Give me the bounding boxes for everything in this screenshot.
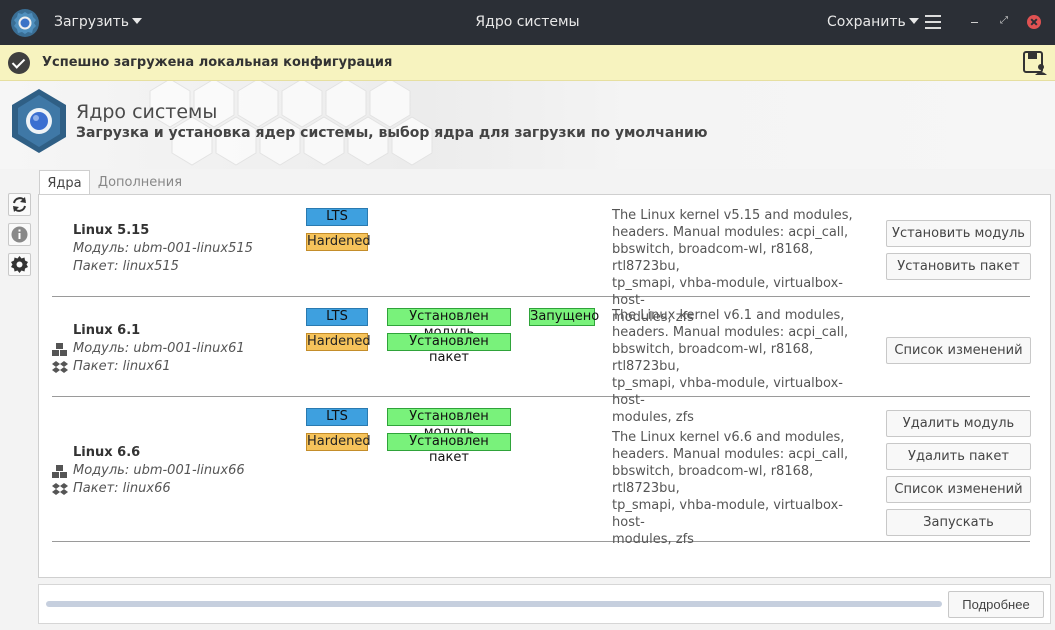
close-icon[interactable] (1027, 15, 1041, 29)
install-package-button[interactable]: Установить пакет (886, 253, 1031, 280)
refresh-button[interactable] (8, 193, 31, 216)
remove-package-button[interactable]: Удалить пакет (886, 443, 1031, 470)
app-gear-icon (11, 9, 39, 37)
save-menu[interactable]: Сохранить (827, 14, 919, 30)
page-title: Ядро системы (76, 101, 218, 123)
info-button[interactable] (8, 223, 31, 246)
kernel-package: Пакет: linux66 (73, 481, 171, 496)
lts-badge: LTS (306, 308, 368, 326)
run-button[interactable]: Запускать (886, 509, 1031, 536)
lts-badge: LTS (306, 208, 368, 226)
notification-bar: Успешно загружена локальная конфигурация (0, 45, 1055, 81)
gear-icon (11, 256, 28, 273)
maximize-icon[interactable]: ⤢ (997, 14, 1011, 28)
install-module-button[interactable]: Установить модуль (886, 220, 1031, 247)
refresh-icon (13, 197, 26, 212)
page-header: Ядро системы Загрузка и установка ядер с… (0, 81, 1055, 169)
kernel-list-panel: Linux 5.15 Модуль: ubm-001-linux515 Паке… (38, 194, 1051, 578)
installed-package-badge: Установлен пакет (387, 433, 511, 465)
hardened-badge: Hardened (306, 433, 371, 451)
hardened-badge: Hardened (306, 333, 371, 351)
kernel-gear-icon (12, 89, 66, 153)
save-user-config-icon[interactable] (1022, 50, 1048, 76)
chevron-down-icon (908, 18, 919, 24)
kernel-row: Linux 6.6 Модуль: ubm-001-linux66 Пакет:… (52, 397, 1031, 547)
kernel-row: Linux 6.1 Модуль: ubm-001-linux61 Пакет:… (52, 297, 1031, 425)
kernel-row: Linux 5.15 Модуль: ubm-001-linux515 Паке… (52, 195, 1031, 325)
tab-addons[interactable]: Дополнения (90, 170, 190, 194)
installed-module-badge: Установлен модуль (387, 408, 511, 440)
load-menu-label: Загрузить (54, 14, 130, 30)
kernel-module: Модуль: ubm-001-linux61 (73, 341, 245, 356)
kernel-description: The Linux kernel v6.6 and modules, heade… (612, 430, 849, 547)
bottom-bar: Подробнее (38, 584, 1051, 624)
chevron-down-icon (132, 18, 143, 24)
page-subtitle: Загрузка и установка ядер системы, выбор… (76, 125, 708, 141)
title-bar: Загрузить Ядро системы Сохранить ⤢ (0, 0, 1055, 45)
running-badge: Запущено (529, 308, 600, 326)
kernel-module: Модуль: ubm-001-linux66 (73, 463, 245, 478)
installed-module-badge: Установлен модуль (387, 308, 511, 340)
package-dropbox-icon (52, 361, 68, 373)
module-cubes-icon (52, 343, 67, 356)
check-circle-icon (8, 52, 30, 74)
lts-badge: LTS (306, 408, 368, 426)
kernel-name: Linux 6.1 (73, 323, 141, 338)
settings-button[interactable] (8, 253, 31, 276)
details-button[interactable]: Подробнее (948, 591, 1044, 618)
kernel-name: Linux 5.15 (73, 223, 150, 238)
changelog-button[interactable]: Список изменений (886, 476, 1031, 503)
minimize-icon[interactable] (968, 14, 982, 28)
package-dropbox-icon (52, 483, 68, 495)
kernel-package: Пакет: linux515 (73, 259, 179, 274)
save-menu-label: Сохранить (827, 14, 906, 30)
progress-bar (46, 601, 942, 607)
installed-package-badge: Установлен пакет (387, 333, 511, 365)
hardened-badge: Hardened (306, 233, 371, 251)
load-menu[interactable]: Загрузить (54, 14, 143, 30)
tab-kernels[interactable]: Ядра (39, 170, 90, 194)
hamburger-menu-icon[interactable] (925, 15, 941, 29)
changelog-button[interactable]: Список изменений (886, 337, 1031, 364)
info-icon (11, 226, 28, 243)
kernel-name: Linux 6.6 (73, 445, 141, 460)
kernel-package: Пакет: linux61 (73, 359, 171, 374)
notification-text: Успешно загружена локальная конфигурация (42, 55, 393, 70)
module-cubes-icon (52, 465, 67, 478)
remove-module-button[interactable]: Удалить модуль (886, 410, 1031, 437)
kernel-module: Модуль: ubm-001-linux515 (73, 241, 253, 256)
